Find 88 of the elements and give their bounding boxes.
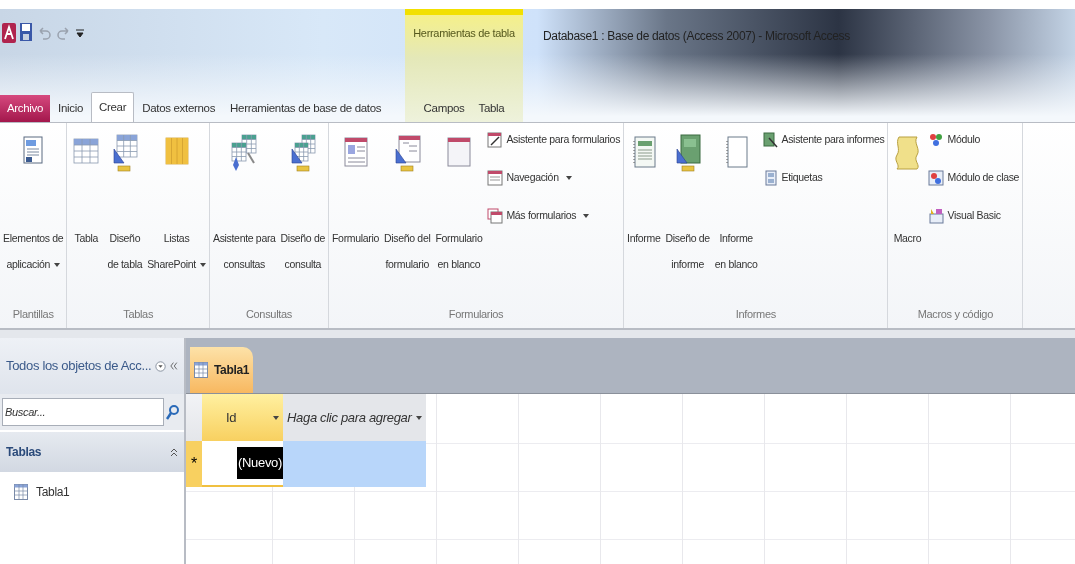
ribbon-button[interactable]: Diseño de tabla: [105, 129, 145, 306]
visual-basic-icon: [928, 208, 945, 224]
save-icon[interactable]: [20, 23, 32, 41]
ribbon-button[interactable]: Diseño del formulario: [382, 129, 433, 306]
ribbon-button[interactable]: Asistente para formularios: [487, 129, 621, 151]
table-grid-icon: [14, 484, 28, 500]
button-label: de tabla: [107, 257, 143, 272]
ribbon-button[interactable]: Etiquetas: [762, 167, 885, 189]
labels-icon: [762, 170, 779, 186]
table-grid-icon: [194, 362, 208, 378]
navigation-form-icon: [487, 170, 504, 186]
ribbon-button[interactable]: Tabla: [68, 129, 105, 306]
customize-menu-icon[interactable]: [76, 27, 84, 39]
column-title: Id: [225, 408, 237, 427]
button-label: Listas: [163, 231, 190, 246]
form-wizard-icon: [487, 132, 504, 148]
button-label: consultas: [223, 257, 265, 272]
button-label: Diseño: [109, 231, 141, 246]
button-label: consulta: [284, 257, 322, 272]
collapse-icon: [170, 447, 178, 457]
ribbon-tab[interactable]: Inicio: [51, 95, 91, 122]
search-icon[interactable]: [166, 404, 180, 420]
ribbon-tab[interactable]: Tabla: [471, 95, 512, 122]
button-label: en blanco: [437, 257, 481, 272]
ribbon-button[interactable]: Elementos de aplicación: [1, 129, 66, 306]
ribbon-button[interactable]: Listas SharePoint: [145, 129, 208, 306]
ribbon-button[interactable]: Visual Basic: [928, 205, 1020, 227]
class-module-icon: [928, 170, 945, 186]
row-selector[interactable]: *: [186, 441, 202, 487]
table-cell[interactable]: [283, 441, 426, 487]
group-label: Informes: [734, 306, 777, 322]
ribbon-tab[interactable]: Datos externos: [135, 95, 223, 122]
button-label: Formulario: [435, 231, 483, 246]
stacked-forms-icon: [487, 208, 504, 224]
ribbon-button[interactable]: Asistente para informes: [762, 129, 885, 151]
group-label: Macros y código: [916, 306, 994, 322]
ribbon-button[interactable]: Formulario: [330, 129, 381, 306]
cell-value: (Nuevo): [237, 447, 283, 479]
button-label: Diseño del: [384, 231, 431, 246]
column-header[interactable]: Id: [202, 394, 283, 441]
ribbon-button[interactable]: Más formularios: [487, 205, 621, 227]
ribbon-button[interactable]: Macro: [889, 129, 926, 306]
ribbon-tab[interactable]: Herramientas de base de datos: [223, 95, 389, 122]
ribbon-button[interactable]: Módulo de clase: [928, 167, 1020, 189]
button-label: en blanco: [714, 257, 758, 272]
column-title: Haga clic para agregar: [287, 408, 412, 427]
ribbon-button[interactable]: Asistente para consultas: [210, 129, 278, 306]
group-header[interactable]: Tablas: [0, 432, 184, 472]
app-logo-icon[interactable]: [2, 23, 16, 43]
ribbon-tab[interactable]: Crear: [91, 92, 135, 122]
ribbon-button[interactable]: Informe en blanco: [712, 129, 760, 306]
button-label: Asistente para: [212, 231, 276, 246]
button-label: Elementos de: [3, 231, 64, 246]
button-label: Tabla: [74, 231, 99, 246]
ribbon-button[interactable]: Informe: [625, 129, 663, 306]
ribbon-button[interactable]: Diseño de informe: [663, 129, 712, 306]
caret-icon: [273, 415, 279, 420]
ribbon-tab[interactable]: Archivo: [0, 95, 51, 122]
button-label: Informe: [627, 231, 661, 246]
button-label: aplicación: [6, 251, 60, 277]
column-header[interactable]: Haga clic para agregar: [283, 394, 426, 441]
caret-icon: [416, 415, 422, 420]
button-label: informe: [671, 257, 704, 272]
ribbon-button[interactable]: Navegación: [487, 167, 621, 189]
ribbon-tab[interactable]: Campos: [416, 95, 472, 122]
table-cell[interactable]: (Nuevo): [202, 441, 283, 487]
button-label: Informe: [719, 231, 753, 246]
report-wizard-icon: [762, 132, 779, 148]
button-label: formulario: [385, 257, 429, 272]
button-label: Formulario: [332, 231, 379, 246]
nav-item[interactable]: Tabla1: [0, 472, 184, 512]
button-label: Diseño de: [280, 231, 325, 246]
group-label: Consultas: [244, 306, 293, 322]
button-label: Diseño de: [665, 231, 710, 246]
search-field[interactable]: Buscar...: [2, 398, 164, 426]
ribbon-button[interactable]: Formulario en blanco: [433, 129, 485, 306]
collapse-pane-icon[interactable]: [170, 361, 178, 371]
button-label: Macro: [893, 231, 922, 246]
module-icon: [928, 132, 945, 148]
ribbon-button[interactable]: Módulo: [928, 129, 1020, 151]
contextual-group-label: Herramientas de tabla: [413, 26, 515, 41]
group-label: Tablas: [122, 306, 155, 322]
dropdown-icon[interactable]: [155, 359, 167, 373]
group-label: Formularios: [447, 306, 505, 322]
document-tab[interactable]: Tabla1: [190, 347, 254, 393]
button-label: SharePoint: [147, 251, 206, 277]
ribbon-button[interactable]: Diseño de consulta: [278, 129, 327, 306]
group-label: Plantillas: [11, 306, 55, 322]
